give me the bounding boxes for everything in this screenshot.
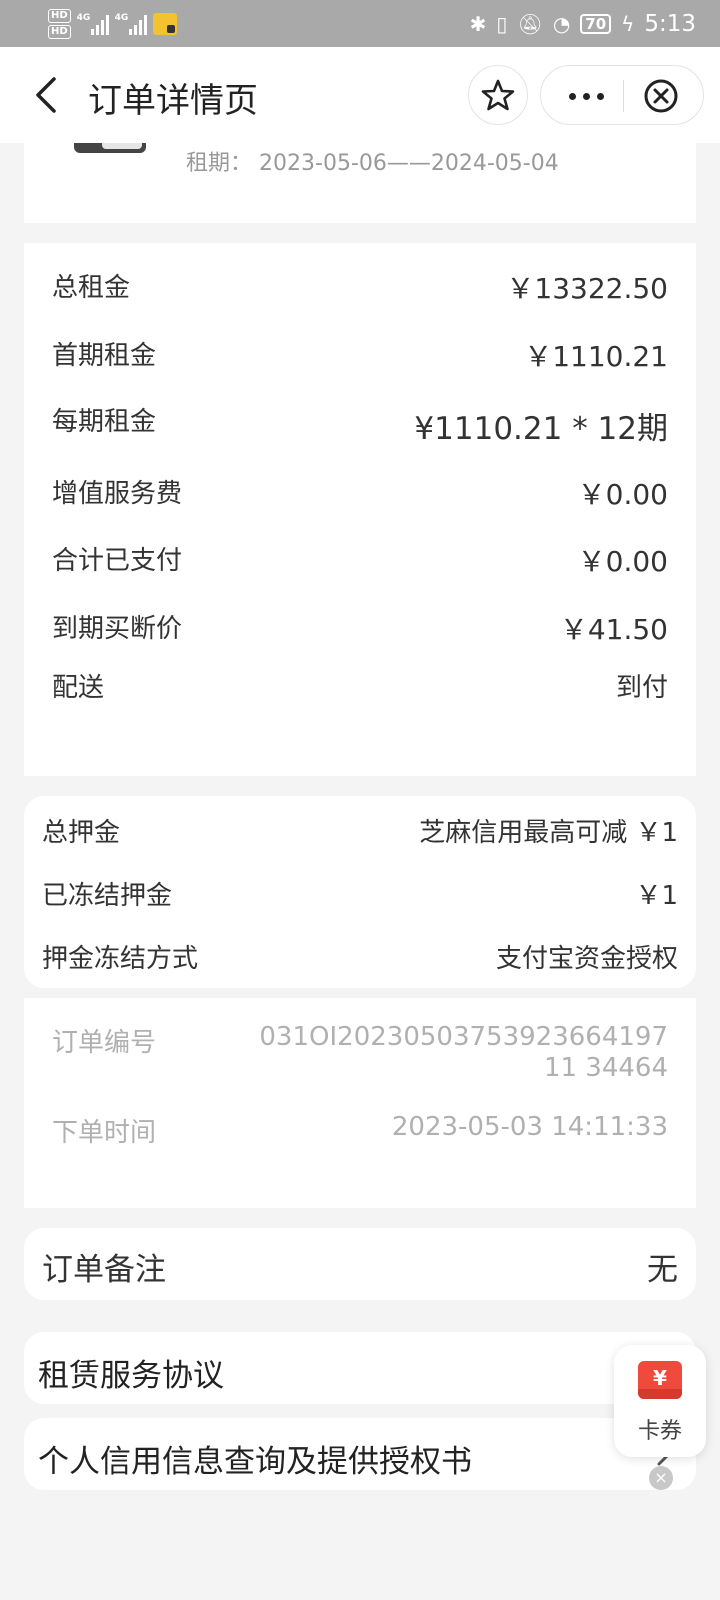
order-number-label: 订单编号: [52, 1028, 157, 1058]
more-options-icon[interactable]: [569, 93, 604, 100]
lease-value: 2023-05-06——2024-05-04: [259, 151, 559, 176]
page-title: 订单详情页: [88, 81, 258, 121]
network-type-1: 4G: [76, 13, 91, 23]
hd-indicators: HD HD: [48, 9, 71, 39]
clock: 5:13: [644, 10, 696, 37]
credit-authorization-link[interactable]: 个人信用信息查询及提供授权书: [24, 1418, 696, 1490]
back-arrow-icon[interactable]: [28, 75, 68, 115]
coupon-label: 卡券: [637, 1419, 682, 1444]
price-value: 到付: [615, 673, 668, 703]
status-right: ✱ ▯ 🔕︎ ◔ 70 ϟ 5:13: [470, 0, 696, 47]
lease-label: 租期：: [186, 151, 253, 176]
deposit-value: 支付宝资金授权: [495, 944, 678, 974]
status-bar: HD HD 4G 4G ✱ ▯ 🔕︎ ◔ 70 ϟ 5:13: [0, 0, 720, 47]
lease-agreement-link[interactable]: 租赁服务协议: [24, 1332, 696, 1404]
price-value: ￥0.00: [577, 478, 668, 511]
mini-program-capsule: [540, 65, 704, 125]
deposit-label: 押金冻结方式: [42, 944, 199, 974]
mute-bell-icon: 🔕︎: [517, 11, 543, 36]
close-circle-icon[interactable]: [643, 78, 679, 114]
price-value: ￥0.00: [577, 545, 668, 578]
order-time-label: 下单时间: [52, 1118, 157, 1148]
price-label: 合计已支付: [52, 546, 183, 576]
order-number-value: 031OI2023050375392366419711 34464: [259, 1022, 668, 1083]
capsule-divider: [623, 80, 624, 112]
order-info-card: 订单编号 031OI2023050375392366419711 34464 下…: [24, 998, 696, 1208]
hd-badge-2: HD: [48, 25, 71, 39]
deposit-value: 芝麻信用最高可减 ￥1: [419, 818, 678, 848]
vibrate-icon: ▯: [496, 11, 508, 36]
price-label: 首期租金: [52, 341, 157, 371]
price-label: 每期租金: [52, 407, 157, 437]
signal-icon-2: 4G: [115, 13, 147, 35]
coupon-icon: ¥: [638, 1361, 682, 1399]
price-value: ￥1110.21: [524, 340, 668, 373]
product-card: 租期： 2023-05-06——2024-05-04: [24, 137, 696, 223]
deposit-card: 总押金 芝麻信用最高可减 ￥1 已冻结押金 ￥1 押金冻结方式 支付宝资金授权: [24, 796, 696, 988]
favorite-button[interactable]: [468, 65, 528, 125]
coupon-close-icon[interactable]: ×: [649, 1466, 673, 1490]
price-value: ￥41.50: [559, 613, 668, 646]
price-value: ￥13322.50: [506, 272, 668, 305]
lease-period: 租期： 2023-05-06——2024-05-04: [186, 145, 559, 177]
bluetooth-icon: ✱: [469, 11, 487, 36]
price-label: 到期买断价: [52, 614, 183, 644]
price-label: 增值服务费: [52, 479, 183, 509]
credit-authorization-label: 个人信用信息查询及提供授权书: [38, 1444, 472, 1480]
deposit-label: 总押金: [42, 818, 121, 848]
order-time-value: 2023-05-03 14:11:33: [391, 1112, 668, 1142]
status-left: HD HD 4G 4G: [48, 6, 177, 42]
rent-price-card: 总租金 ￥13322.50 首期租金 ￥1110.21 每期租金 ¥1110.2…: [24, 243, 696, 776]
price-label: 配送: [52, 673, 105, 703]
battery-icon: 70: [580, 13, 612, 34]
app-notification-icon: [152, 13, 177, 35]
order-note-card: 订单备注 无: [24, 1228, 696, 1300]
order-note-label: 订单备注: [42, 1252, 166, 1288]
coupon-float-button[interactable]: ¥ 卡券: [614, 1345, 706, 1457]
price-label: 总租金: [52, 273, 131, 303]
hd-badge-1: HD: [48, 9, 71, 23]
lease-agreement-label: 租赁服务协议: [38, 1358, 224, 1394]
charging-icon: ϟ: [621, 11, 635, 36]
deposit-value: ￥1: [635, 881, 678, 911]
price-value: ¥1110.21 * 12期: [414, 411, 668, 447]
star-icon: [481, 79, 515, 111]
order-note-value: 无: [647, 1252, 678, 1288]
network-type-2: 4G: [114, 13, 129, 23]
deposit-label: 已冻结押金: [42, 881, 173, 911]
nav-bar: 订单详情页: [0, 47, 720, 143]
signal-icon-1: 4G: [77, 13, 109, 35]
speed-icon: ◔: [552, 11, 571, 36]
